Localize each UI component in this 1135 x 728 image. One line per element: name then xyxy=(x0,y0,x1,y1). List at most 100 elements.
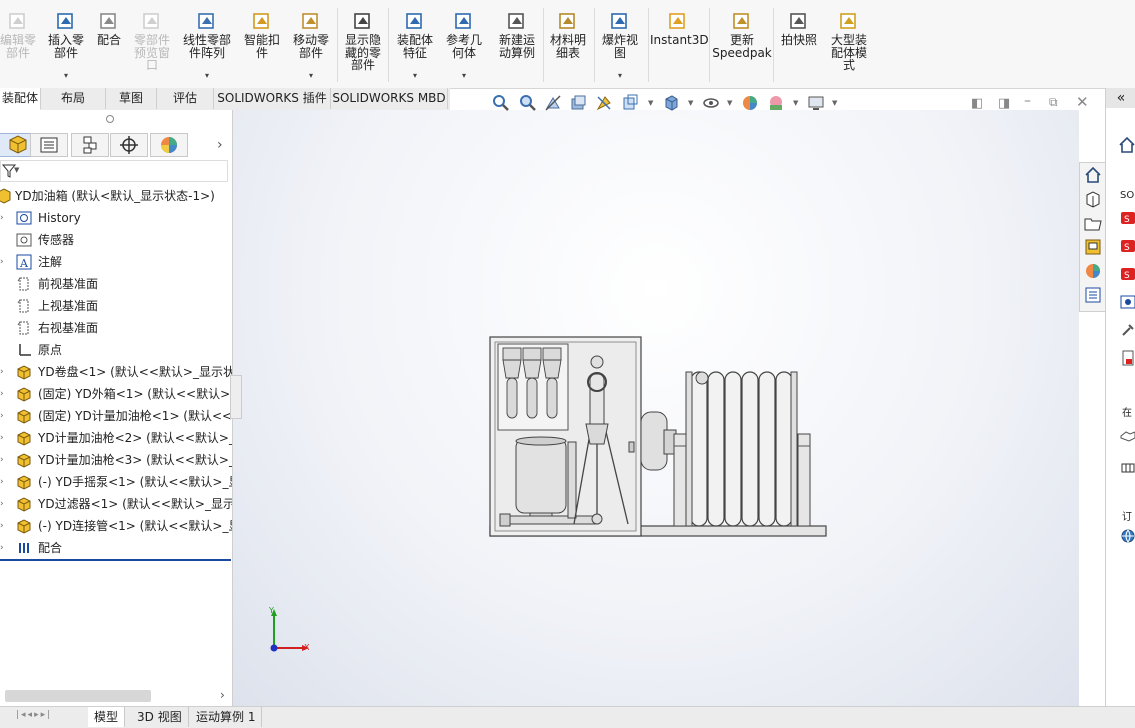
minimize-icon[interactable]: – xyxy=(1024,93,1031,109)
tab-layout[interactable]: 布局 xyxy=(41,88,106,109)
tools-icon[interactable] xyxy=(1120,322,1135,338)
apply-scene-icon[interactable] xyxy=(767,94,785,112)
snapshot-button[interactable]: 拍快照 xyxy=(776,10,822,47)
chevron-down-icon[interactable]: ▾ xyxy=(309,70,313,83)
chevron-down-icon[interactable]: ▼ xyxy=(832,99,837,107)
mate-button[interactable]: 配合 xyxy=(92,10,126,47)
tab-dimxpert-manager[interactable] xyxy=(110,133,148,157)
tab-configuration-manager[interactable] xyxy=(71,133,109,157)
tab-solidworks-addins[interactable]: SOLIDWORKS 插件 xyxy=(214,88,331,109)
section-view-icon[interactable] xyxy=(569,94,587,112)
tree-item[interactable]: 前视基准面 xyxy=(0,273,232,295)
chevron-down-icon[interactable]: ▼ xyxy=(14,166,19,174)
zoom-to-fit-icon[interactable] xyxy=(492,94,510,112)
instant3d-button[interactable]: Instant3D xyxy=(650,10,709,47)
tree-root-assembly[interactable]: YD加油箱 (默认<默认_显示状态-1>) xyxy=(0,185,232,207)
tree-item[interactable]: 上视基准面 xyxy=(0,295,232,317)
horizontal-scrollbar[interactable] xyxy=(5,690,151,702)
linear-pattern-button[interactable]: 线性零部 件阵列 ▾ xyxy=(178,10,236,80)
home-icon[interactable] xyxy=(1084,166,1102,184)
expand-arrow-icon[interactable]: › xyxy=(0,207,4,229)
tab-navigation-arrows[interactable]: |◂◂▸▸| xyxy=(16,710,52,720)
tree-item[interactable]: › YD计量加油枪<3> (默认<<默认>_显 xyxy=(0,449,232,471)
hide-show-items-icon[interactable] xyxy=(702,94,720,112)
edit-component-button[interactable]: 编辑零 部件 xyxy=(0,10,36,59)
expand-arrow-icon[interactable]: › xyxy=(0,383,4,405)
view-orientation-icon[interactable] xyxy=(621,94,639,112)
component-preview-button[interactable]: 零部件 预览窗 口 xyxy=(129,10,175,72)
next-document-icon[interactable]: ◨ xyxy=(998,96,1010,111)
reference-geometry-button[interactable]: 参考几 何体 ▾ xyxy=(441,10,487,80)
update-speedpak-button[interactable]: 更新 Speedpak xyxy=(712,10,772,59)
tree-item[interactable]: › History xyxy=(0,207,232,229)
panel-splitter-handle[interactable] xyxy=(106,115,114,123)
tab-display-manager[interactable] xyxy=(150,133,188,157)
exploded-view-button[interactable]: 爆炸视 图 ▾ xyxy=(597,10,643,80)
home-icon[interactable] xyxy=(1118,136,1135,154)
custom-properties-icon[interactable] xyxy=(1084,286,1102,304)
view-palette-icon[interactable] xyxy=(1084,238,1102,256)
restore-icon[interactable]: ⧉ xyxy=(1049,95,1058,110)
expand-arrow-icon[interactable]: › xyxy=(0,471,4,493)
chevron-right-icon[interactable]: › xyxy=(217,137,223,153)
tree-item[interactable]: 右视基准面 xyxy=(0,317,232,339)
collapse-pane-icon[interactable]: « xyxy=(1106,88,1135,108)
tab-assembly[interactable]: 装配体 xyxy=(0,88,41,110)
appearances-icon[interactable] xyxy=(1084,262,1102,280)
rollback-bar[interactable] xyxy=(0,559,231,561)
previous-view-icon[interactable] xyxy=(544,94,562,112)
view-settings-icon[interactable] xyxy=(807,94,825,112)
tree-item[interactable]: › (固定) YD计量加油枪<1> (默认<<默 xyxy=(0,405,232,427)
display-style-icon[interactable] xyxy=(662,94,680,112)
tab-model[interactable]: 模型 xyxy=(88,707,126,727)
expand-arrow-icon[interactable]: › xyxy=(0,537,4,559)
dynamic-annotation-icon[interactable] xyxy=(595,94,613,112)
tab-property-manager[interactable] xyxy=(30,133,68,157)
new-motion-study-button[interactable]: 新建运 动算例 xyxy=(494,10,540,59)
bill-of-materials-button[interactable]: 材料明 细表 xyxy=(545,10,591,59)
tree-item[interactable]: 原点 xyxy=(0,339,232,361)
tab-solidworks-mbd[interactable]: SOLIDWORKS MBD xyxy=(331,88,448,109)
expand-arrow-icon[interactable]: › xyxy=(0,493,4,515)
grid-icon[interactable] xyxy=(1120,458,1135,474)
scroll-right-icon[interactable]: › xyxy=(220,688,225,702)
solidworks-resource-icon[interactable]: S xyxy=(1120,266,1135,282)
tree-item[interactable]: › (-) YD手摇泵<1> (默认<<默认>_显 xyxy=(0,471,232,493)
tree-item[interactable]: › YD过滤器<1> (默认<<默认>_显示状 xyxy=(0,493,232,515)
filter-bar[interactable]: ▼ xyxy=(0,160,228,182)
expand-arrow-icon[interactable]: › xyxy=(0,515,4,537)
move-component-button[interactable]: 移动零 部件 ▾ xyxy=(288,10,334,80)
chevron-down-icon[interactable]: ▼ xyxy=(688,99,693,107)
tab-3d-view[interactable]: 3D 视图 xyxy=(131,707,189,727)
tab-motion-study[interactable]: 运动算例 1 xyxy=(190,707,263,727)
close-icon[interactable]: ✕ xyxy=(1076,93,1089,111)
chevron-down-icon[interactable]: ▼ xyxy=(648,99,653,107)
tree-item[interactable]: › (固定) YD外箱<1> (默认<<默认>_显 xyxy=(0,383,232,405)
panel-resize-handle[interactable] xyxy=(230,375,242,419)
assembly-features-button[interactable]: 装配体 特征 ▾ xyxy=(392,10,438,80)
chevron-down-icon[interactable]: ▼ xyxy=(727,99,732,107)
tree-item[interactable]: › YD卷盘<1> (默认<<默认>_显示状态 xyxy=(0,361,232,383)
large-assembly-button[interactable]: 大型装 配体模 式 xyxy=(826,10,872,72)
expand-arrow-icon[interactable]: › xyxy=(0,427,4,449)
tab-sketch[interactable]: 草图 xyxy=(106,88,157,109)
chevron-down-icon[interactable]: ▼ xyxy=(793,99,798,107)
tree-item[interactable]: 传感器 xyxy=(0,229,232,251)
expand-arrow-icon[interactable]: › xyxy=(0,251,4,273)
tree-item[interactable]: › YD计量加油枪<2> (默认<<默认>_显 xyxy=(0,427,232,449)
previous-document-icon[interactable]: ◧ xyxy=(971,96,983,111)
solidworks-resource-icon[interactable]: S xyxy=(1120,210,1135,226)
chevron-down-icon[interactable]: ▾ xyxy=(205,70,209,83)
tree-item[interactable]: › 配合 xyxy=(0,537,232,559)
expand-arrow-icon[interactable]: › xyxy=(0,361,4,383)
expand-arrow-icon[interactable]: › xyxy=(0,449,4,471)
edit-appearance-icon[interactable] xyxy=(741,94,759,112)
zoom-to-area-icon[interactable] xyxy=(518,94,536,112)
document-icon[interactable] xyxy=(1120,350,1135,366)
tab-evaluate[interactable]: 评估 xyxy=(157,88,214,109)
chevron-down-icon[interactable]: ▾ xyxy=(64,70,68,83)
tree-item[interactable]: › A 注解 xyxy=(0,251,232,273)
chevron-down-icon[interactable]: ▾ xyxy=(618,70,622,83)
file-explorer-icon[interactable] xyxy=(1084,214,1102,232)
smart-fasteners-button[interactable]: 智能扣 件 xyxy=(238,10,286,59)
